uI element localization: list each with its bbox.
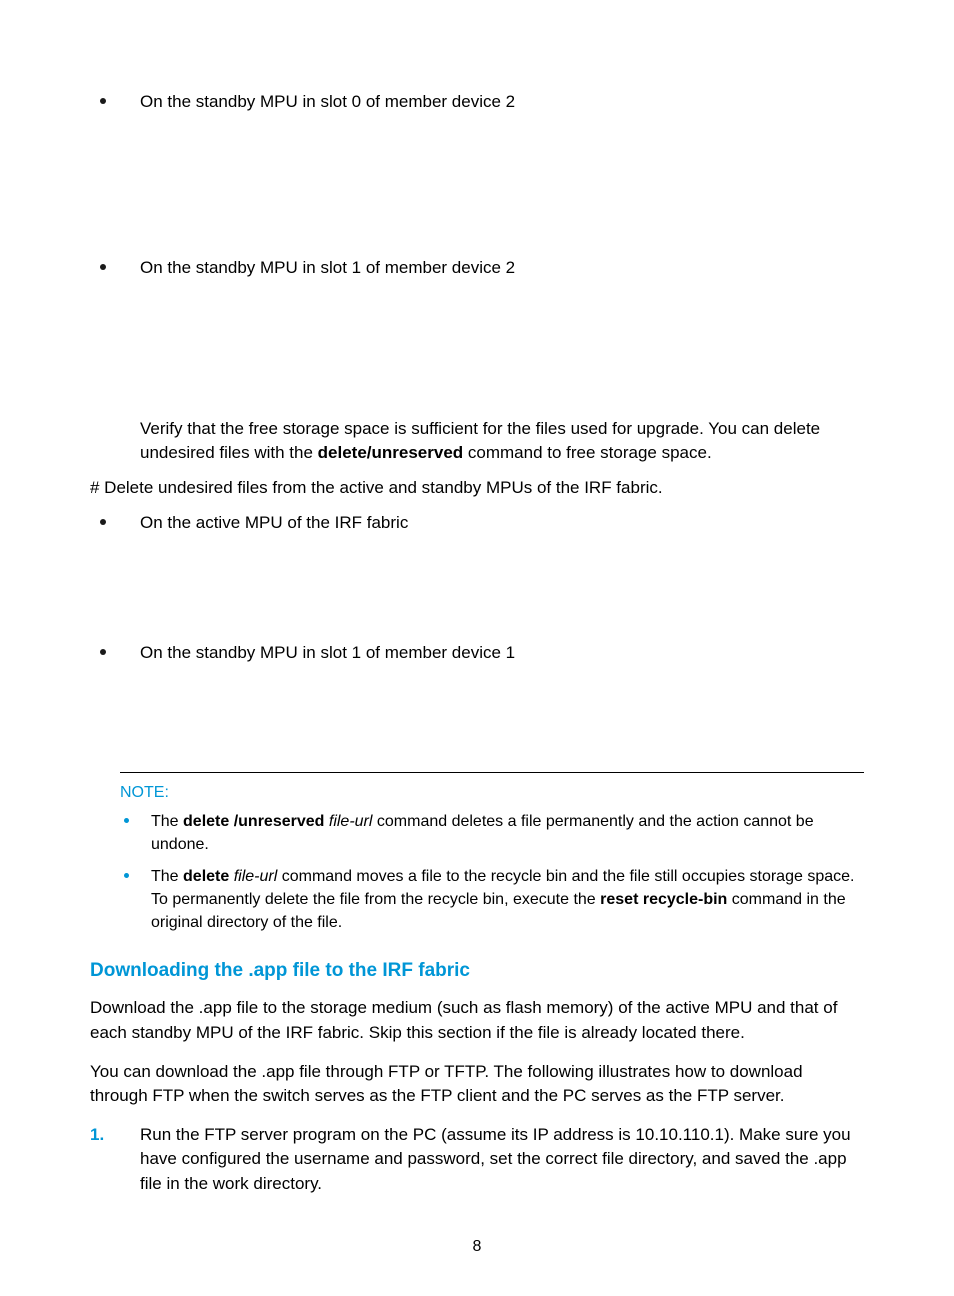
text-segment: command to free storage space. xyxy=(463,443,712,462)
verify-paragraph: Verify that the free storage space is su… xyxy=(140,417,864,466)
bullet-icon xyxy=(100,519,106,525)
bold-command: delete xyxy=(183,868,229,885)
hash-line: # Delete undesired files from the active… xyxy=(90,476,864,501)
note-item: The delete file-url command moves a file… xyxy=(120,865,864,935)
note-text: The delete /unreserved file-url command … xyxy=(151,810,864,856)
note-box: NOTE: The delete /unreserved file-url co… xyxy=(120,772,864,934)
bold-command: delete /unreserved xyxy=(183,813,324,830)
bullet-item: On the standby MPU in slot 0 of member d… xyxy=(90,90,864,114)
ordered-step: 1. Run the FTP server program on the PC … xyxy=(90,1123,864,1197)
italic-arg: file-url xyxy=(229,868,277,885)
bullet-icon xyxy=(124,818,129,823)
bullet-item: On the standby MPU in slot 1 of member d… xyxy=(90,641,864,665)
note-item: The delete /unreserved file-url command … xyxy=(120,810,864,856)
note-title: NOTE: xyxy=(120,781,864,804)
bullet-text: On the standby MPU in slot 1 of member d… xyxy=(140,641,864,665)
step-number: 1. xyxy=(90,1123,140,1197)
bullet-item: On the standby MPU in slot 1 of member d… xyxy=(90,256,864,280)
bullet-text: On the standby MPU in slot 1 of member d… xyxy=(140,256,864,280)
italic-arg: file-url xyxy=(324,813,372,830)
step-text: Run the FTP server program on the PC (as… xyxy=(140,1123,864,1197)
bullet-icon xyxy=(100,264,106,270)
section-heading: Downloading the .app file to the IRF fab… xyxy=(90,960,864,982)
text-segment: The xyxy=(151,868,183,885)
bold-command: delete/unreserved xyxy=(318,443,464,462)
page-number: 8 xyxy=(0,1238,954,1256)
text-segment: The xyxy=(151,813,183,830)
note-text: The delete file-url command moves a file… xyxy=(151,865,864,935)
bullet-item: On the active MPU of the IRF fabric xyxy=(90,511,864,535)
bullet-icon xyxy=(124,873,129,878)
bullet-icon xyxy=(100,98,106,104)
bullet-icon xyxy=(100,649,106,655)
bullet-text: On the standby MPU in slot 0 of member d… xyxy=(140,90,864,114)
bold-command: reset recycle-bin xyxy=(600,891,727,908)
bullet-text: On the active MPU of the IRF fabric xyxy=(140,511,864,535)
download-paragraph-2: You can download the .app file through F… xyxy=(90,1060,864,1109)
download-paragraph-1: Download the .app file to the storage me… xyxy=(90,996,864,1045)
